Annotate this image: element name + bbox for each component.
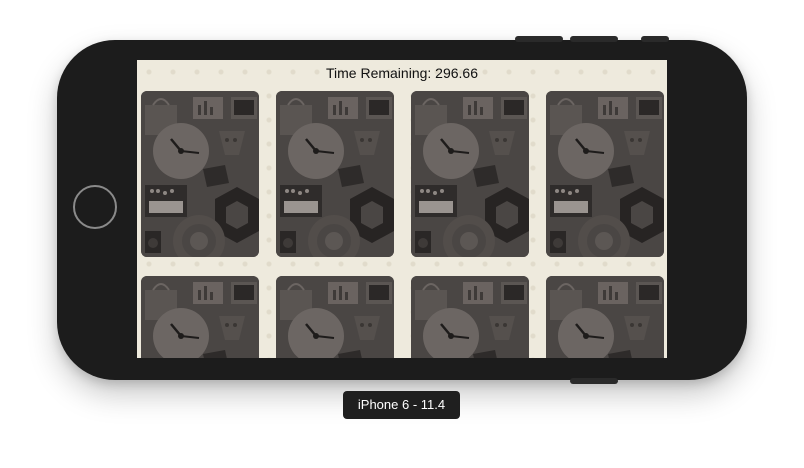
card-2[interactable] <box>276 91 394 257</box>
card-1[interactable] <box>141 91 259 257</box>
power-button[interactable] <box>570 378 618 384</box>
home-button[interactable] <box>73 185 117 229</box>
card-back-image <box>141 91 259 257</box>
time-remaining-label: Time Remaining: 296.66 <box>325 65 478 81</box>
monitor-icon <box>366 97 392 119</box>
keyboard-icon <box>415 185 457 217</box>
card-back-image <box>411 276 529 358</box>
speaker-icon <box>280 231 296 253</box>
card-4[interactable] <box>546 91 664 257</box>
chart-board-icon <box>328 282 358 304</box>
card-8[interactable] <box>546 276 664 358</box>
chart-board-icon <box>598 282 628 304</box>
monitor-icon <box>501 97 527 119</box>
chart-board-icon <box>463 282 493 304</box>
clock-icon <box>153 123 209 179</box>
volume-down-button[interactable] <box>570 36 618 42</box>
keyboard-icon <box>280 185 322 217</box>
card-5[interactable] <box>141 276 259 358</box>
clock-icon <box>288 123 344 179</box>
simulator-device-label: iPhone 6 - 11.4 <box>343 391 460 419</box>
clock-icon <box>558 123 614 179</box>
monitor-icon <box>366 282 392 304</box>
speaker-icon <box>415 231 431 253</box>
keyboard-icon <box>550 185 592 217</box>
volume-up-button[interactable] <box>515 36 563 42</box>
keyboard-icon <box>145 185 187 217</box>
card-6[interactable] <box>276 276 394 358</box>
monitor-icon <box>501 282 527 304</box>
chart-board-icon <box>328 97 358 119</box>
chart-board-icon <box>193 97 223 119</box>
speaker-icon <box>550 231 566 253</box>
device-screen: Time Remaining: 296.66 <box>137 60 667 358</box>
card-7[interactable] <box>411 276 529 358</box>
card-back-image <box>276 91 394 257</box>
monitor-icon <box>231 282 257 304</box>
speaker-icon <box>145 231 161 253</box>
clock-icon <box>423 123 479 179</box>
card-back-image <box>141 276 259 358</box>
chart-board-icon <box>193 282 223 304</box>
card-back-image <box>276 276 394 358</box>
monitor-icon <box>231 97 257 119</box>
card-back-image <box>411 91 529 257</box>
chart-board-icon <box>598 97 628 119</box>
card-back-image <box>546 91 664 257</box>
chart-board-icon <box>463 97 493 119</box>
monitor-icon <box>636 97 662 119</box>
monitor-icon <box>636 282 662 304</box>
mute-switch[interactable] <box>641 36 669 42</box>
card-back-image <box>546 276 664 358</box>
card-3[interactable] <box>411 91 529 257</box>
